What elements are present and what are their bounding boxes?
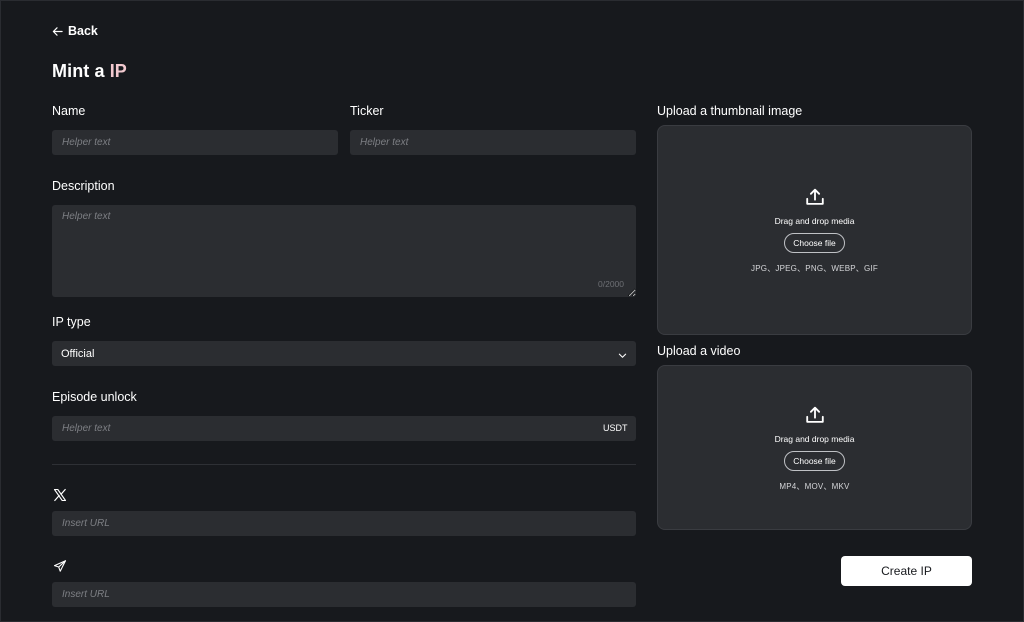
arrow-left-icon: [52, 26, 63, 36]
description-label: Description: [52, 179, 115, 193]
x-logo-icon: [53, 488, 67, 502]
thumbnail-upload-label: Upload a thumbnail image: [657, 104, 803, 118]
back-button[interactable]: Back: [52, 24, 98, 38]
telegram-icon: [53, 560, 67, 572]
thumbnail-supported-formats: JPG、JPEG、PNG、WEBP、GIF: [751, 264, 878, 273]
x-url-input[interactable]: [52, 511, 636, 536]
page-title-accent: IP: [109, 61, 127, 81]
ticker-input[interactable]: [350, 130, 636, 155]
page-title-main: Mint a: [52, 61, 110, 81]
create-ip-button[interactable]: Create IP: [841, 556, 972, 586]
description-textarea[interactable]: [52, 205, 636, 297]
telegram-url-input[interactable]: [52, 582, 636, 607]
currency-unit-label: USDT: [603, 423, 628, 433]
ticker-label: Ticker: [350, 104, 384, 118]
ip-type-label: IP type: [52, 315, 91, 329]
video-supported-formats: MP4、MOV、MKV: [779, 481, 850, 491]
back-label: Back: [68, 24, 98, 38]
video-dropzone[interactable]: Drag and drop media Choose file MP4、MOV、…: [657, 365, 972, 530]
thumbnail-dropzone[interactable]: Drag and drop media Choose file JPG、JPEG…: [657, 125, 972, 335]
upload-icon: [805, 188, 824, 205]
chevron-down-icon: [618, 353, 627, 358]
thumbnail-choose-file-button[interactable]: Choose file: [784, 233, 845, 253]
name-input[interactable]: [52, 130, 338, 155]
page-title: Mint a IP: [52, 61, 127, 82]
video-upload-label: Upload a video: [657, 344, 741, 358]
thumbnail-dropzone-title: Drag and drop media: [774, 216, 855, 226]
video-choose-file-button[interactable]: Choose file: [784, 450, 845, 471]
video-dropzone-title: Drag and drop media: [774, 433, 855, 444]
ip-type-selected-value: Official: [61, 347, 95, 360]
section-divider: [52, 464, 636, 465]
upload-icon: [805, 406, 824, 423]
name-label: Name: [52, 104, 86, 118]
description-char-counter: 0/2000: [598, 279, 624, 289]
episode-unlock-input[interactable]: [52, 416, 636, 441]
ip-type-select[interactable]: Official: [52, 341, 636, 366]
episode-unlock-label: Episode unlock: [52, 390, 137, 404]
